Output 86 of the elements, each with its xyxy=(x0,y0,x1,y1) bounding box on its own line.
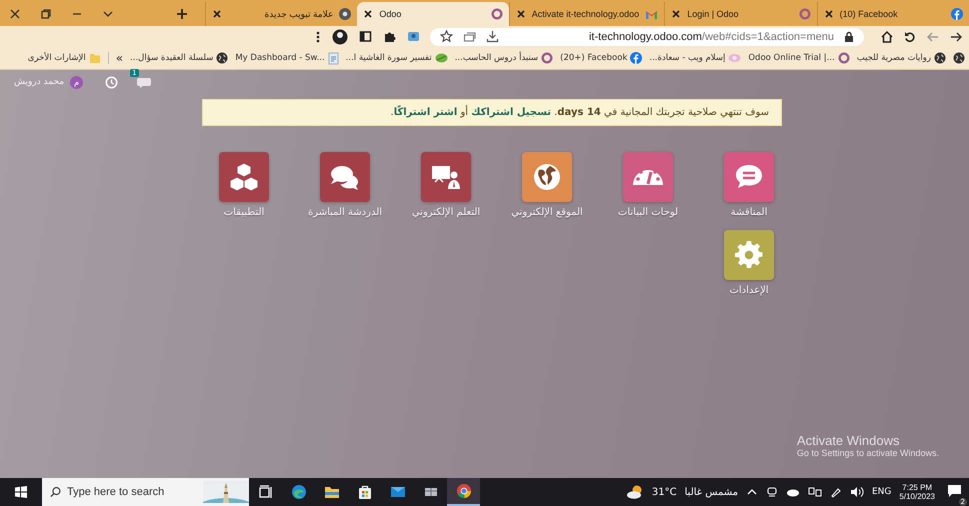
close-icon[interactable] xyxy=(671,9,682,19)
menu-icon[interactable] xyxy=(315,30,321,44)
bookmark-item[interactable]: الإشارات الأخرى xyxy=(28,52,101,64)
tab-title: (10) Facebook xyxy=(840,9,899,19)
close-icon[interactable] xyxy=(212,9,222,19)
app-tile[interactable] xyxy=(320,152,370,202)
sidebar-icon[interactable] xyxy=(359,30,372,43)
image-icon[interactable] xyxy=(407,30,420,43)
bookmark-item[interactable]: (20+) Facebook xyxy=(560,52,642,64)
settings-icon xyxy=(734,240,764,270)
cloud-icon[interactable] xyxy=(786,487,800,497)
close-icon[interactable] xyxy=(824,9,834,19)
app-tile[interactable] xyxy=(522,152,572,202)
tab-title: Login | Odoo xyxy=(687,9,740,19)
bookmark-item[interactable]: سنبدأ دروس الحاسب... xyxy=(454,52,554,64)
message-icon xyxy=(947,484,963,498)
language-indicator[interactable]: ENG xyxy=(872,487,892,497)
folder-icon xyxy=(88,52,101,64)
app-tile[interactable] xyxy=(724,230,774,280)
lock-icon xyxy=(844,31,854,42)
star-icon[interactable] xyxy=(440,30,453,43)
app-tile[interactable] xyxy=(421,152,471,202)
puzzle-icon[interactable] xyxy=(383,30,396,43)
page-icon xyxy=(328,52,339,64)
bookmark-item[interactable]: تفسير سورة الغاشية ا... xyxy=(346,52,448,64)
pen-icon[interactable] xyxy=(830,486,842,498)
facebook-icon xyxy=(630,52,642,64)
tab-title: علامة تبويب جديدة xyxy=(264,8,334,20)
share-icon[interactable] xyxy=(463,30,476,43)
activation-message: Go to Settings to activate Windows. xyxy=(796,448,939,458)
close-icon[interactable] xyxy=(8,7,22,21)
download-icon[interactable] xyxy=(486,30,499,43)
facebook-icon xyxy=(951,8,963,20)
avatar-icon[interactable] xyxy=(332,28,348,44)
ring-icon xyxy=(541,52,554,64)
flower-icon xyxy=(728,52,742,64)
app-tile[interactable] xyxy=(219,152,269,202)
app-tile[interactable] xyxy=(623,152,673,202)
taskbar-app[interactable] xyxy=(447,478,480,506)
ring-icon xyxy=(798,8,811,20)
envelope-icon xyxy=(390,484,406,500)
tab-title: Activate it-technology.odoo xyxy=(532,9,640,19)
bookmark-item[interactable]: سلسلة العقيدة سؤال... xyxy=(130,52,228,64)
close-icon[interactable] xyxy=(516,9,526,19)
more-bookmarks-button[interactable]: « xyxy=(116,51,124,65)
forward-icon[interactable] xyxy=(949,30,963,44)
new-tab-icon[interactable] xyxy=(175,7,189,21)
reload-icon[interactable] xyxy=(903,30,917,44)
gauge-icon xyxy=(633,168,663,186)
leaf-icon xyxy=(434,52,448,64)
task-view-icon xyxy=(258,484,274,500)
home-icon[interactable] xyxy=(880,30,894,44)
bookmark-item[interactable]: Odoo Online Trial |... xyxy=(748,52,850,64)
bookmark-item[interactable]: روايات مصرية للجيب xyxy=(856,52,946,64)
windows-start-icon[interactable] xyxy=(14,485,28,499)
search-bar[interactable]: Type here to search xyxy=(42,478,249,506)
close-icon[interactable] xyxy=(363,9,374,19)
folder-icon xyxy=(324,484,340,500)
bookmark-item[interactable]: إسلام ويب - سعادة... xyxy=(649,52,742,64)
url-text: it-technology.odoo.com/web#cids=1&action=menu xyxy=(588,30,834,42)
bag-icon xyxy=(356,484,372,500)
user-avatar[interactable]: م xyxy=(70,76,84,88)
ring-icon xyxy=(490,8,503,20)
sun-cloud-icon xyxy=(626,484,644,500)
chat-icon[interactable] xyxy=(136,76,152,88)
tab-title: Odoo xyxy=(379,9,402,19)
search-icon xyxy=(50,486,61,498)
edge-icon xyxy=(290,484,306,500)
temperature: 31°C xyxy=(652,486,677,498)
bookmark-item[interactable]: My Dashboard - Sw... xyxy=(235,52,339,64)
restore-icon[interactable] xyxy=(39,7,53,21)
browser-tab[interactable]: Odoo xyxy=(357,2,509,26)
cubes-icon xyxy=(229,162,259,192)
address-field[interactable]: it-technology.odoo.com/web#cids=1&action=menu xyxy=(430,28,864,46)
subscription-link[interactable]: اشتر اشتراكًا xyxy=(394,107,458,118)
clock-display[interactable]: 7:25 PM 5/10/2023 xyxy=(899,483,935,501)
activation-title: Activate Windows xyxy=(796,433,901,448)
chrome-icon xyxy=(456,483,472,499)
mail-icon xyxy=(645,8,658,20)
app-tile[interactable] xyxy=(724,152,774,202)
weather-text: مشمس غالبا xyxy=(684,486,738,498)
subscription-link[interactable]: تسجيل اشتراكك xyxy=(471,107,552,118)
speaker-icon[interactable] xyxy=(850,486,864,498)
search-field[interactable]: Type here to search xyxy=(67,486,197,498)
clock-icon[interactable] xyxy=(105,76,118,88)
ring-icon xyxy=(838,52,850,64)
